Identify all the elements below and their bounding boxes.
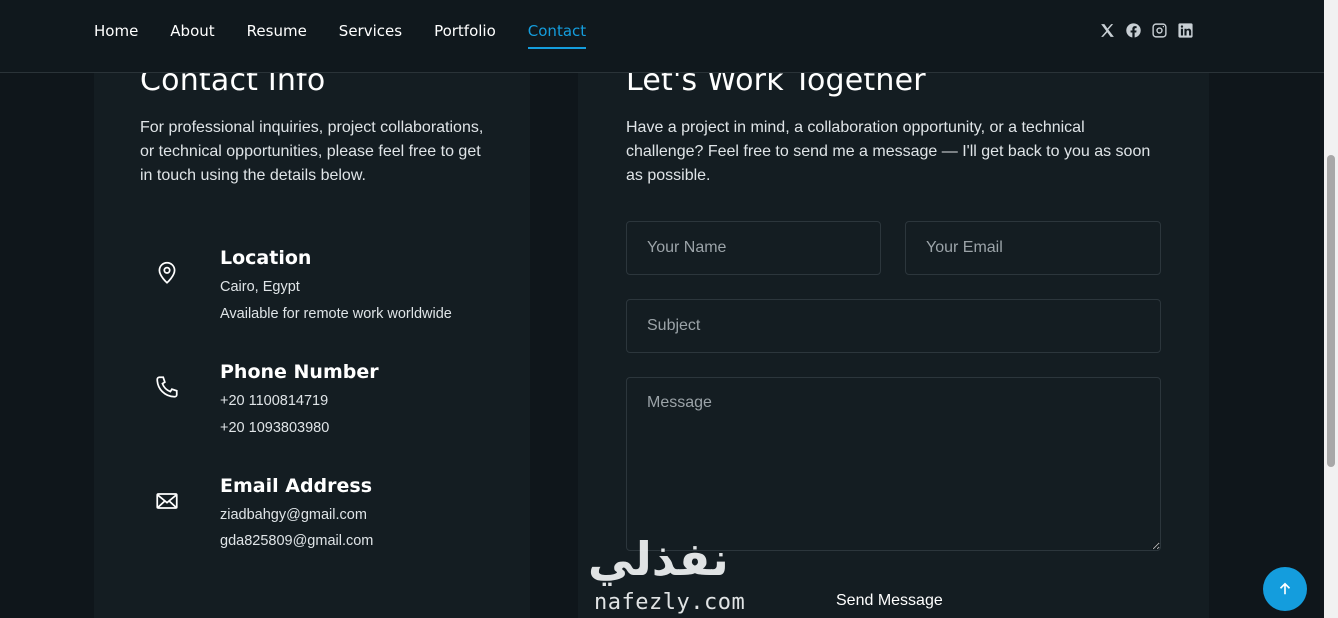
scrollbar-thumb[interactable] xyxy=(1327,155,1335,467)
nav-contact[interactable]: Contact xyxy=(527,20,587,49)
scroll-top-button[interactable] xyxy=(1263,567,1307,611)
contact-info-description: For professional inquiries, project coll… xyxy=(140,119,484,184)
form-description: Have a project in mind, a collaboration … xyxy=(626,119,1151,184)
facebook-icon[interactable] xyxy=(1124,21,1142,39)
phone-line-2: +20 1093803980 xyxy=(220,420,330,436)
location-line-2: Available for remote work worldwide xyxy=(220,306,452,322)
arrow-up-icon xyxy=(1279,582,1291,595)
instagram-icon[interactable] xyxy=(1150,21,1168,39)
page-scrollbar[interactable] xyxy=(1324,0,1338,618)
message-textarea[interactable] xyxy=(626,377,1161,551)
location-line-1: Cairo, Egypt xyxy=(220,279,300,295)
location-heading: Location xyxy=(220,247,312,269)
envelope-icon xyxy=(154,488,182,516)
social-links xyxy=(1098,21,1194,39)
nafezly-watermark: نفذلي nafezly.com xyxy=(588,532,758,618)
watermark-latin: nafezly.com xyxy=(594,590,746,615)
email-heading: Email Address xyxy=(220,475,373,497)
name-input[interactable] xyxy=(626,221,881,275)
map-pin-icon xyxy=(154,260,182,288)
site-header: Home About Resume Services Portfolio Con… xyxy=(0,0,1324,73)
email-input[interactable] xyxy=(905,221,1161,275)
email-line-2: gda825809@gmail.com xyxy=(220,533,374,549)
nav-portfolio[interactable]: Portfolio xyxy=(434,20,496,42)
nav-resume[interactable]: Resume xyxy=(247,20,307,42)
nav-home[interactable]: Home xyxy=(94,20,138,42)
subject-input[interactable] xyxy=(626,299,1161,353)
phone-heading: Phone Number xyxy=(220,361,379,383)
email-line-1: ziadbahgy@gmail.com xyxy=(220,507,367,523)
phone-icon xyxy=(154,374,182,402)
nav-about[interactable]: About xyxy=(170,20,214,42)
main-nav: Home About Resume Services Portfolio Con… xyxy=(94,20,618,49)
phone-line-1: +20 1100814719 xyxy=(220,393,329,409)
x-icon[interactable] xyxy=(1098,21,1116,39)
nav-services[interactable]: Services xyxy=(339,20,402,42)
send-message-button[interactable]: Send Message xyxy=(836,592,943,610)
linkedin-icon[interactable] xyxy=(1176,21,1194,39)
watermark-arabic: نفذلي xyxy=(588,532,729,586)
